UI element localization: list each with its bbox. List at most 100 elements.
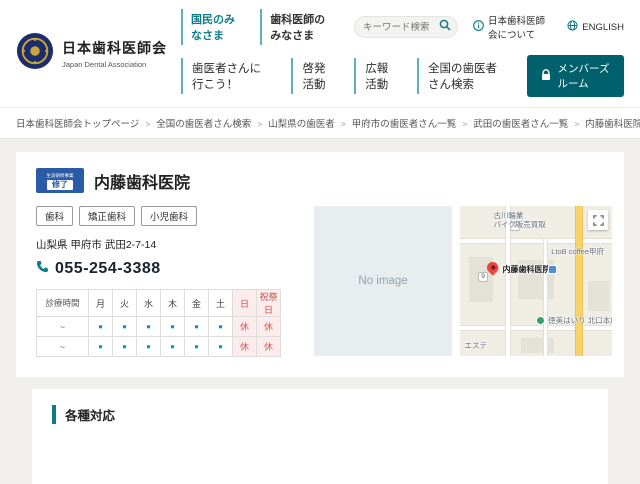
breadcrumb-separator: > [145, 119, 150, 129]
tag-pediatric: 小児歯科 [141, 206, 197, 226]
nav-citizens[interactable]: 国民のみなさま [181, 9, 242, 45]
day-thu: 木 [161, 290, 185, 317]
about-link[interactable]: 日本歯科医師会について [473, 13, 552, 41]
map-label-bike-shop: 古川輪業 バイク販売買取 [493, 211, 545, 229]
main-content: 生涯研修事業 修了 内藤歯科医院 歯科 矯正歯科 小児歯科 山梨県 甲府市 武田… [0, 139, 640, 484]
map[interactable]: 9 9 古川輪業 バイク販売買取 LtoB coffee甲府 内藤歯科医院 徳美… [460, 206, 612, 356]
breadcrumb-home[interactable]: 日本歯科医師会トップページ [16, 119, 139, 130]
day-sat: 土 [209, 290, 233, 317]
nav-dentists[interactable]: 歯科医師のみなさま [260, 9, 336, 45]
site-header: 日本歯科医師会 Japan Dental Association 国民のみなさま… [0, 0, 640, 107]
map-building [588, 281, 609, 311]
map-label-shop-left: エステ [465, 341, 488, 350]
clinic-info-column: 歯科 矯正歯科 小児歯科 山梨県 甲府市 武田2-7-14 055-254-33… [36, 206, 304, 357]
breadcrumb-separator: > [574, 119, 579, 129]
clinic-media: No image 9 9 古川輪業 バイク販売買取 [314, 206, 612, 357]
map-road [460, 239, 612, 243]
hours-cell: ● [161, 337, 185, 357]
department-tags: 歯科 矯正歯科 小児歯科 [36, 206, 304, 226]
header-utility-row: 国民のみなさま 歯科医師のみなさま [181, 9, 624, 45]
hours-header-label: 診療時間 [37, 290, 89, 317]
hours-cell: ● [89, 337, 113, 357]
support-section: 各種対応 [32, 389, 608, 484]
header-right: 国民のみなさま 歯科医師のみなさま [181, 9, 624, 97]
breadcrumb-current: 内藤歯科医院 [585, 119, 640, 130]
keyword-search [354, 16, 458, 38]
certification-badge-label: 修了 [47, 180, 73, 190]
lock-icon [541, 69, 551, 84]
certification-badge-top: 生涯研修事業 [46, 172, 73, 178]
jda-emblem-icon [16, 32, 54, 75]
day-sun: 日 [233, 290, 257, 317]
map-fullscreen-button[interactable] [588, 210, 608, 230]
logo[interactable]: 日本歯科医師会 Japan Dental Association [16, 32, 167, 75]
tag-dental: 歯科 [36, 206, 73, 226]
map-poi-blue[interactable] [548, 265, 557, 274]
hours-cell-closed: 休 [233, 317, 257, 337]
clinic-title-row: 生涯研修事業 修了 内藤歯科医院 [36, 168, 604, 193]
day-fri: 金 [185, 290, 209, 317]
map-main-road [576, 206, 582, 356]
breadcrumb-city[interactable]: 甲府市の歯医者さん一覧 [352, 119, 457, 130]
breadcrumb-prefecture[interactable]: 山梨県の歯医者 [268, 119, 335, 130]
hours-cell: ● [113, 317, 137, 337]
support-section-title: 各種対応 [52, 405, 588, 424]
time-label: ~ [37, 337, 89, 357]
hours-cell: ● [113, 337, 137, 357]
phone-icon [36, 260, 49, 278]
hours-cell: ● [209, 337, 233, 357]
search-input[interactable] [363, 22, 439, 33]
globe-icon [567, 20, 578, 34]
nav-dentist-search[interactable]: 全国の歯医者さん検索 [417, 58, 507, 94]
members-room-label: メンバーズルーム [557, 61, 610, 91]
nav-awareness[interactable]: 啓発活動 [291, 58, 334, 94]
hours-cell: ● [185, 337, 209, 357]
search-icon[interactable] [439, 18, 451, 36]
info-icon [473, 20, 484, 34]
english-link[interactable]: ENGLISH [567, 20, 624, 34]
about-link-label: 日本歯科医師会について [488, 13, 552, 41]
phone-number[interactable]: 055-254-3388 [55, 260, 161, 278]
clinic-columns: 歯科 矯正歯科 小児歯科 山梨県 甲府市 武田2-7-14 055-254-33… [36, 206, 604, 357]
day-mon: 月 [89, 290, 113, 317]
hours-cell: ● [185, 317, 209, 337]
map-poi-green[interactable] [536, 316, 545, 325]
hours-cell: ● [137, 317, 161, 337]
map-road [460, 326, 612, 330]
hours-cell-closed: 休 [233, 337, 257, 357]
time-label: ~ [37, 317, 89, 337]
breadcrumb-search[interactable]: 全国の歯医者さん検索 [156, 119, 251, 130]
members-room-button[interactable]: メンバーズルーム [527, 55, 624, 97]
map-label-clinic: 内藤歯科医院 [503, 265, 551, 274]
nav-pr[interactable]: 広報活動 [354, 58, 397, 94]
english-link-label: ENGLISH [582, 22, 624, 33]
page-title: 内藤歯科医院 [94, 169, 190, 193]
breadcrumb-area[interactable]: 武田の歯医者さん一覧 [473, 119, 568, 130]
hours-cell: ● [137, 337, 161, 357]
map-building [521, 338, 554, 353]
office-hours-table: 診療時間 月 火 水 木 金 土 日 祝祭日 ~ ● ● ● [36, 289, 281, 357]
hours-row-pm: ~ ● ● ● ● ● ● 休 休 [37, 337, 281, 357]
map-label-shop-bottom: 徳美はいり 北口本店 [548, 316, 612, 325]
breadcrumb-separator: > [257, 119, 262, 129]
breadcrumb: 日本歯科医師会トップページ > 全国の歯医者さん検索 > 山梨県の歯医者 > 甲府市の歯医者… [0, 107, 640, 139]
logo-title: 日本歯科医師会 [62, 38, 167, 58]
hours-cell: ● [161, 317, 185, 337]
day-holiday: 祝祭日 [257, 290, 281, 317]
hours-cell-closed: 休 [257, 337, 281, 357]
no-image-placeholder: No image [314, 206, 452, 356]
tag-orthodontics: 矯正歯科 [79, 206, 135, 226]
hours-cell: ● [209, 317, 233, 337]
clinic-address: 山梨県 甲府市 武田2-7-14 [36, 237, 304, 252]
hours-header-row: 診療時間 月 火 水 木 金 土 日 祝祭日 [37, 290, 281, 317]
clinic-card: 生涯研修事業 修了 内藤歯科医院 歯科 矯正歯科 小児歯科 山梨県 甲府市 武田… [16, 152, 624, 377]
nav-go-to-dentist[interactable]: 歯医者さんに行こう！ [181, 58, 271, 94]
logo-subtitle: Japan Dental Association [62, 60, 167, 69]
day-tue: 火 [113, 290, 137, 317]
day-wed: 水 [137, 290, 161, 317]
breadcrumb-separator: > [341, 119, 346, 129]
header-main-nav: 歯医者さんに行こう！ 啓発活動 広報活動 全国の歯医者さん検索 メンバーズルーム [181, 55, 624, 97]
phone-row: 055-254-3388 [36, 260, 304, 278]
certification-badge: 生涯研修事業 修了 [36, 168, 84, 193]
breadcrumb-separator: > [462, 119, 467, 129]
